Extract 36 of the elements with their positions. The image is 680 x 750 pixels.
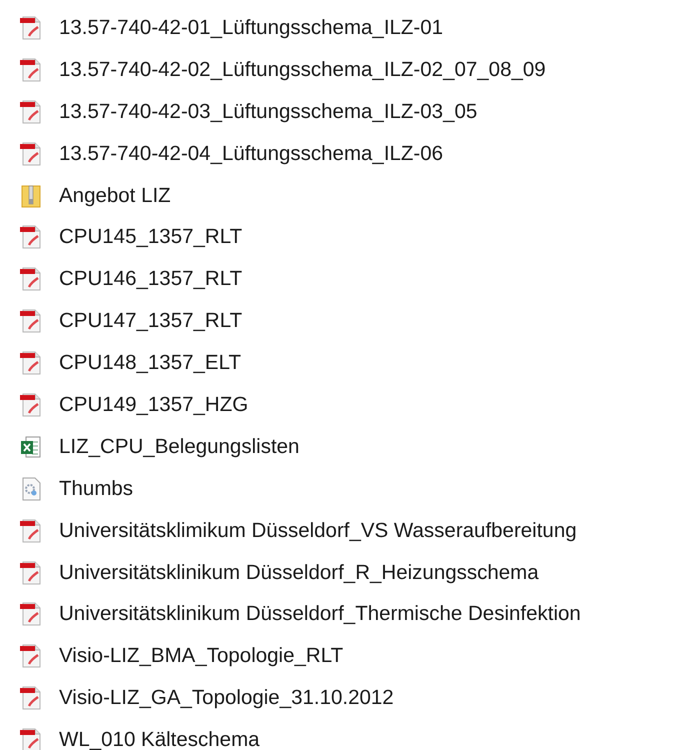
file-name[interactable]: 13.57-740-42-02_Lüftungsschema_ILZ-02_07_08_09 bbox=[59, 58, 546, 82]
file-name[interactable]: LIZ_CPU_Belegungslisten bbox=[59, 434, 300, 459]
file-name[interactable]: 13.57-740-42-04_Lüftungsschema_ILZ-06 bbox=[59, 142, 444, 166]
file-name[interactable]: CPU149_1357_HZG bbox=[59, 392, 248, 417]
file-name[interactable]: CPU145_1357_RLT bbox=[59, 225, 242, 250]
file-name[interactable]: Angebot LIZ bbox=[59, 184, 171, 208]
gear-file-icon bbox=[20, 476, 42, 501]
pdf-file-icon bbox=[20, 351, 42, 376]
pdf-file-icon bbox=[20, 392, 42, 417]
pdf-file-icon bbox=[20, 644, 42, 668]
file-name[interactable]: Thumbs bbox=[59, 476, 134, 501]
pdf-file-icon bbox=[20, 58, 42, 82]
file-name[interactable]: WL_010 Kälteschema bbox=[59, 728, 260, 750]
file-name[interactable]: Universitätsklimikum Düsseldorf_VS Wasseraufbereitung bbox=[59, 518, 577, 543]
file-name[interactable]: 13.57-740-42-01_Lüftungsschema_ILZ-01 bbox=[59, 16, 444, 40]
pdf-file-icon bbox=[20, 16, 42, 40]
file-name[interactable]: Universitätsklinikum Düsseldorf_R_Heizungsschema bbox=[59, 560, 539, 585]
spreadsheet-file-icon bbox=[20, 434, 42, 459]
pdf-file-icon bbox=[20, 686, 42, 710]
file-name[interactable]: Visio-LIZ_GA_Topologie_31.10.2012 bbox=[59, 686, 394, 710]
pdf-file-icon bbox=[20, 518, 42, 543]
file-name[interactable]: 13.57-740-42-03_Lüftungsschema_ILZ-03_05 bbox=[59, 100, 478, 124]
pdf-file-icon bbox=[20, 142, 42, 166]
pdf-file-icon bbox=[20, 602, 42, 626]
pdf-file-icon bbox=[20, 225, 42, 250]
file-name[interactable]: CPU147_1357_RLT bbox=[59, 309, 242, 334]
file-name[interactable]: Visio-LIZ_BMA_Topologie_RLT bbox=[59, 644, 344, 668]
zipped-folder-icon bbox=[20, 184, 42, 208]
pdf-file-icon bbox=[20, 728, 42, 750]
file-name[interactable]: CPU148_1357_ELT bbox=[59, 351, 241, 376]
pdf-file-icon bbox=[20, 560, 42, 585]
file-name[interactable]: Universitätsklinikum Düsseldorf_Thermische Desinfektion bbox=[59, 602, 581, 626]
pdf-file-icon bbox=[20, 100, 42, 124]
pdf-file-icon bbox=[20, 267, 42, 292]
pdf-file-icon bbox=[20, 309, 42, 334]
file-name[interactable]: CPU146_1357_RLT bbox=[59, 267, 242, 292]
